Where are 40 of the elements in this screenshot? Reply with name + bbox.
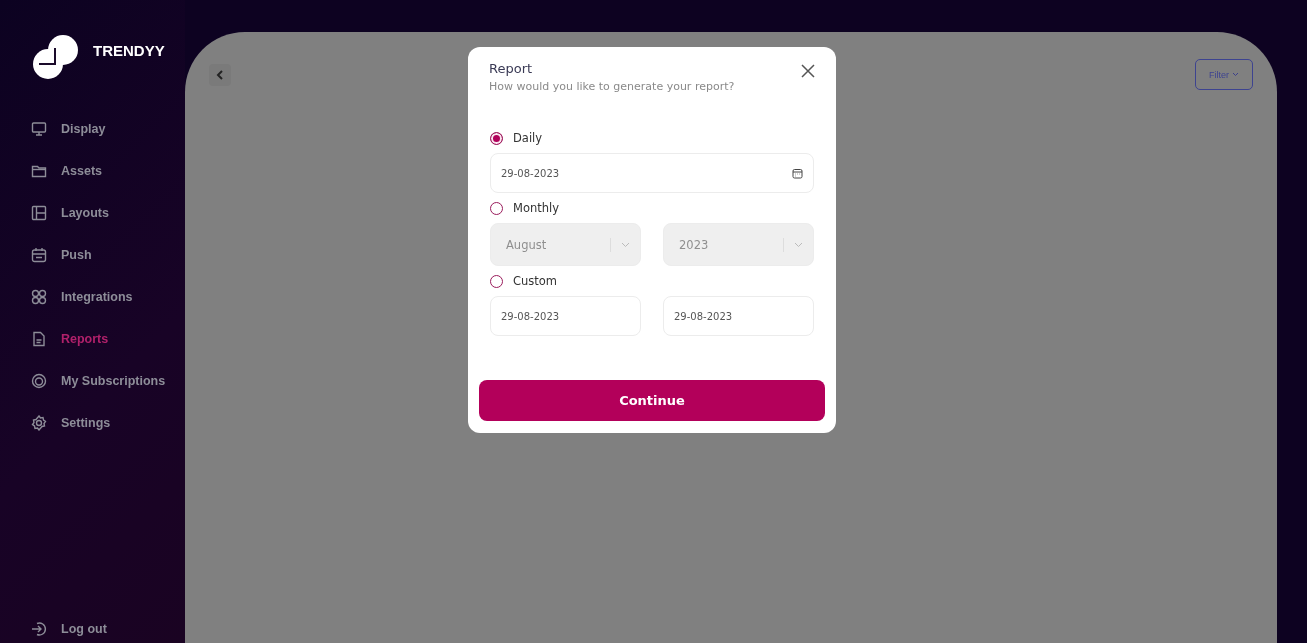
calendar-icon — [31, 247, 47, 263]
nav-item[interactable]: Layouts — [31, 192, 185, 234]
gear-icon — [31, 415, 47, 431]
nav-item[interactable]: Push — [31, 234, 185, 276]
brand-name: TRENDYY — [93, 41, 165, 59]
radio-option[interactable]: Custom — [490, 272, 814, 290]
radio-button[interactable] — [490, 131, 503, 145]
close-button[interactable] — [801, 64, 815, 78]
dialog-title: Report — [489, 61, 534, 76]
circle-icon — [31, 373, 47, 389]
option-label: Monthly — [513, 201, 560, 215]
nav-item[interactable]: Assets — [31, 150, 185, 192]
chevron-icon — [621, 241, 630, 248]
option-label: Daily — [513, 131, 543, 145]
document-icon — [31, 331, 47, 347]
folder-icon — [31, 163, 47, 179]
back-button[interactable] — [209, 64, 231, 86]
layout-icon — [31, 205, 47, 221]
radio-option[interactable]: Daily — [490, 129, 814, 147]
grid-icon — [31, 289, 47, 305]
date-field[interactable]: 29-08-2023 — [663, 296, 814, 336]
nav-item[interactable]: Integrations — [31, 276, 185, 318]
monitor-icon — [31, 121, 47, 137]
option-label: Custom — [513, 274, 558, 288]
logout-icon — [31, 621, 47, 637]
date-field[interactable]: 29-08-2023 — [490, 296, 641, 336]
radio-option[interactable]: Monthly — [490, 199, 814, 217]
nav-item[interactable]: My Subscriptions — [31, 360, 185, 402]
logout-link[interactable]: Log out — [31, 615, 107, 643]
date-field[interactable]: 29-08-2023 — [490, 153, 814, 193]
nav-item[interactable]: Settings — [31, 402, 185, 444]
nav-item[interactable]: Reports — [31, 318, 185, 360]
continue-button[interactable]: Continue — [479, 380, 825, 421]
chevron-icon — [1232, 72, 1239, 77]
calendar-icon — [792, 167, 803, 179]
chevron-left-icon — [216, 70, 224, 80]
nav-item[interactable]: Display — [31, 108, 185, 150]
logo-icon — [31, 34, 81, 80]
chevron-icon — [794, 241, 803, 248]
dialog-subtitle: How would you like to generate your report? — [489, 80, 735, 93]
